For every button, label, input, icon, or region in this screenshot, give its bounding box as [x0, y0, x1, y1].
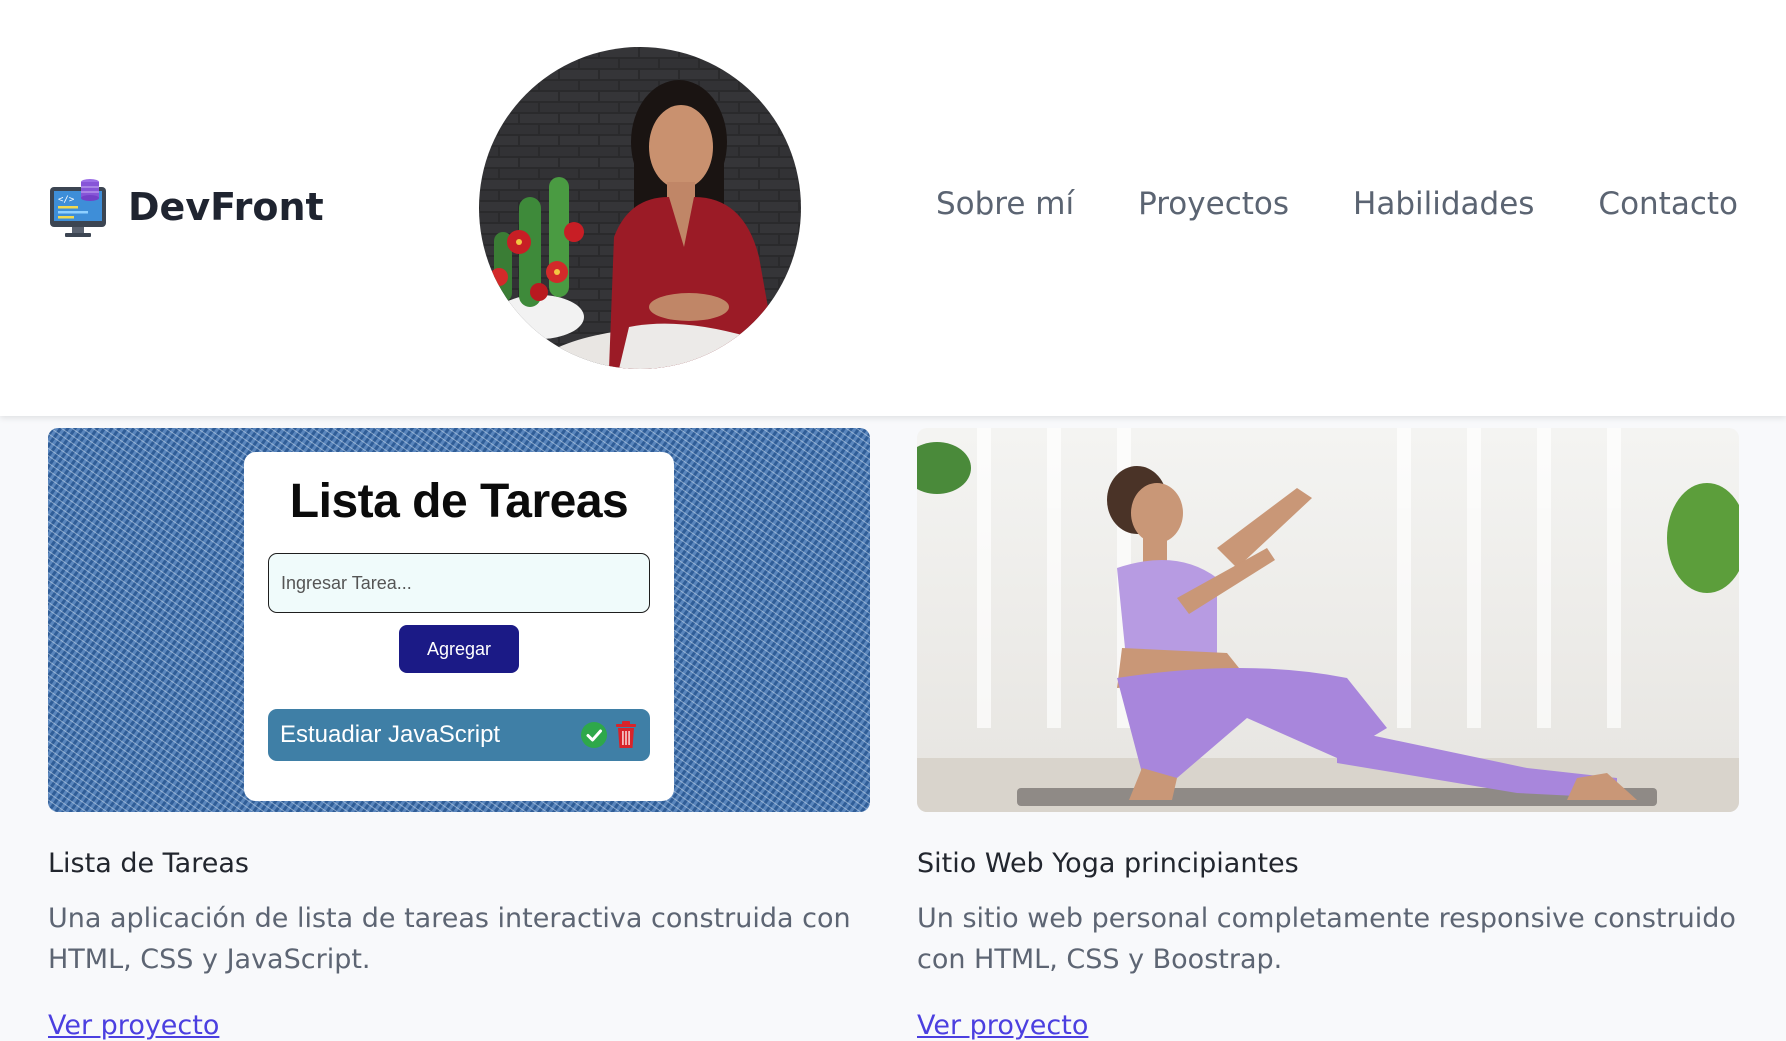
project-preview-image: [917, 428, 1739, 812]
site-header: </> DevFront Sobre mí Proyectos Habilida…: [0, 0, 1786, 416]
main-nav: Sobre mí Proyectos Habilidades Contacto: [936, 186, 1738, 222]
todo-item-actions: [580, 721, 638, 749]
trash-icon[interactable]: [614, 721, 638, 749]
project-description: Un sitio web personal completamente resp…: [917, 903, 1736, 975]
todo-task-input[interactable]: [268, 553, 650, 613]
nav-link-contacto[interactable]: Contacto: [1598, 186, 1738, 222]
computer-monitor-icon: </>: [48, 175, 110, 239]
nav-link-habilidades[interactable]: Habilidades: [1353, 186, 1534, 222]
project-card: Sitio Web Yoga principiantes Un sitio we…: [917, 428, 1739, 1041]
brand-name: DevFront: [128, 185, 324, 229]
todo-add-button[interactable]: Agregar: [399, 625, 519, 673]
todo-item-text: Estuadiar JavaScript: [280, 721, 501, 748]
todo-app-mockup: Lista de Tareas Agregar Estuadiar JavaSc…: [244, 452, 674, 801]
brand[interactable]: </> DevFront: [48, 175, 324, 239]
nav-link-sobre-mi[interactable]: Sobre mí: [936, 186, 1074, 222]
project-title: Sitio Web Yoga principiantes: [917, 848, 1299, 879]
nav-link-proyectos[interactable]: Proyectos: [1138, 186, 1289, 222]
todo-heading: Lista de Tareas: [289, 475, 629, 528]
todo-list-item: Estuadiar JavaScript: [268, 709, 650, 761]
avatar: [479, 47, 801, 369]
project-description: Una aplicación de lista de tareas intera…: [48, 903, 851, 975]
project-preview-image: Lista de Tareas Agregar Estuadiar JavaSc…: [48, 428, 870, 812]
project-card: Lista de Tareas Agregar Estuadiar JavaSc…: [48, 428, 870, 1041]
project-title: Lista de Tareas: [48, 848, 249, 879]
view-project-link[interactable]: Ver proyecto: [48, 1010, 219, 1041]
view-project-link[interactable]: Ver proyecto: [917, 1010, 1088, 1041]
svg-text:</>: </>: [58, 195, 75, 205]
check-circle-icon[interactable]: [580, 721, 608, 749]
